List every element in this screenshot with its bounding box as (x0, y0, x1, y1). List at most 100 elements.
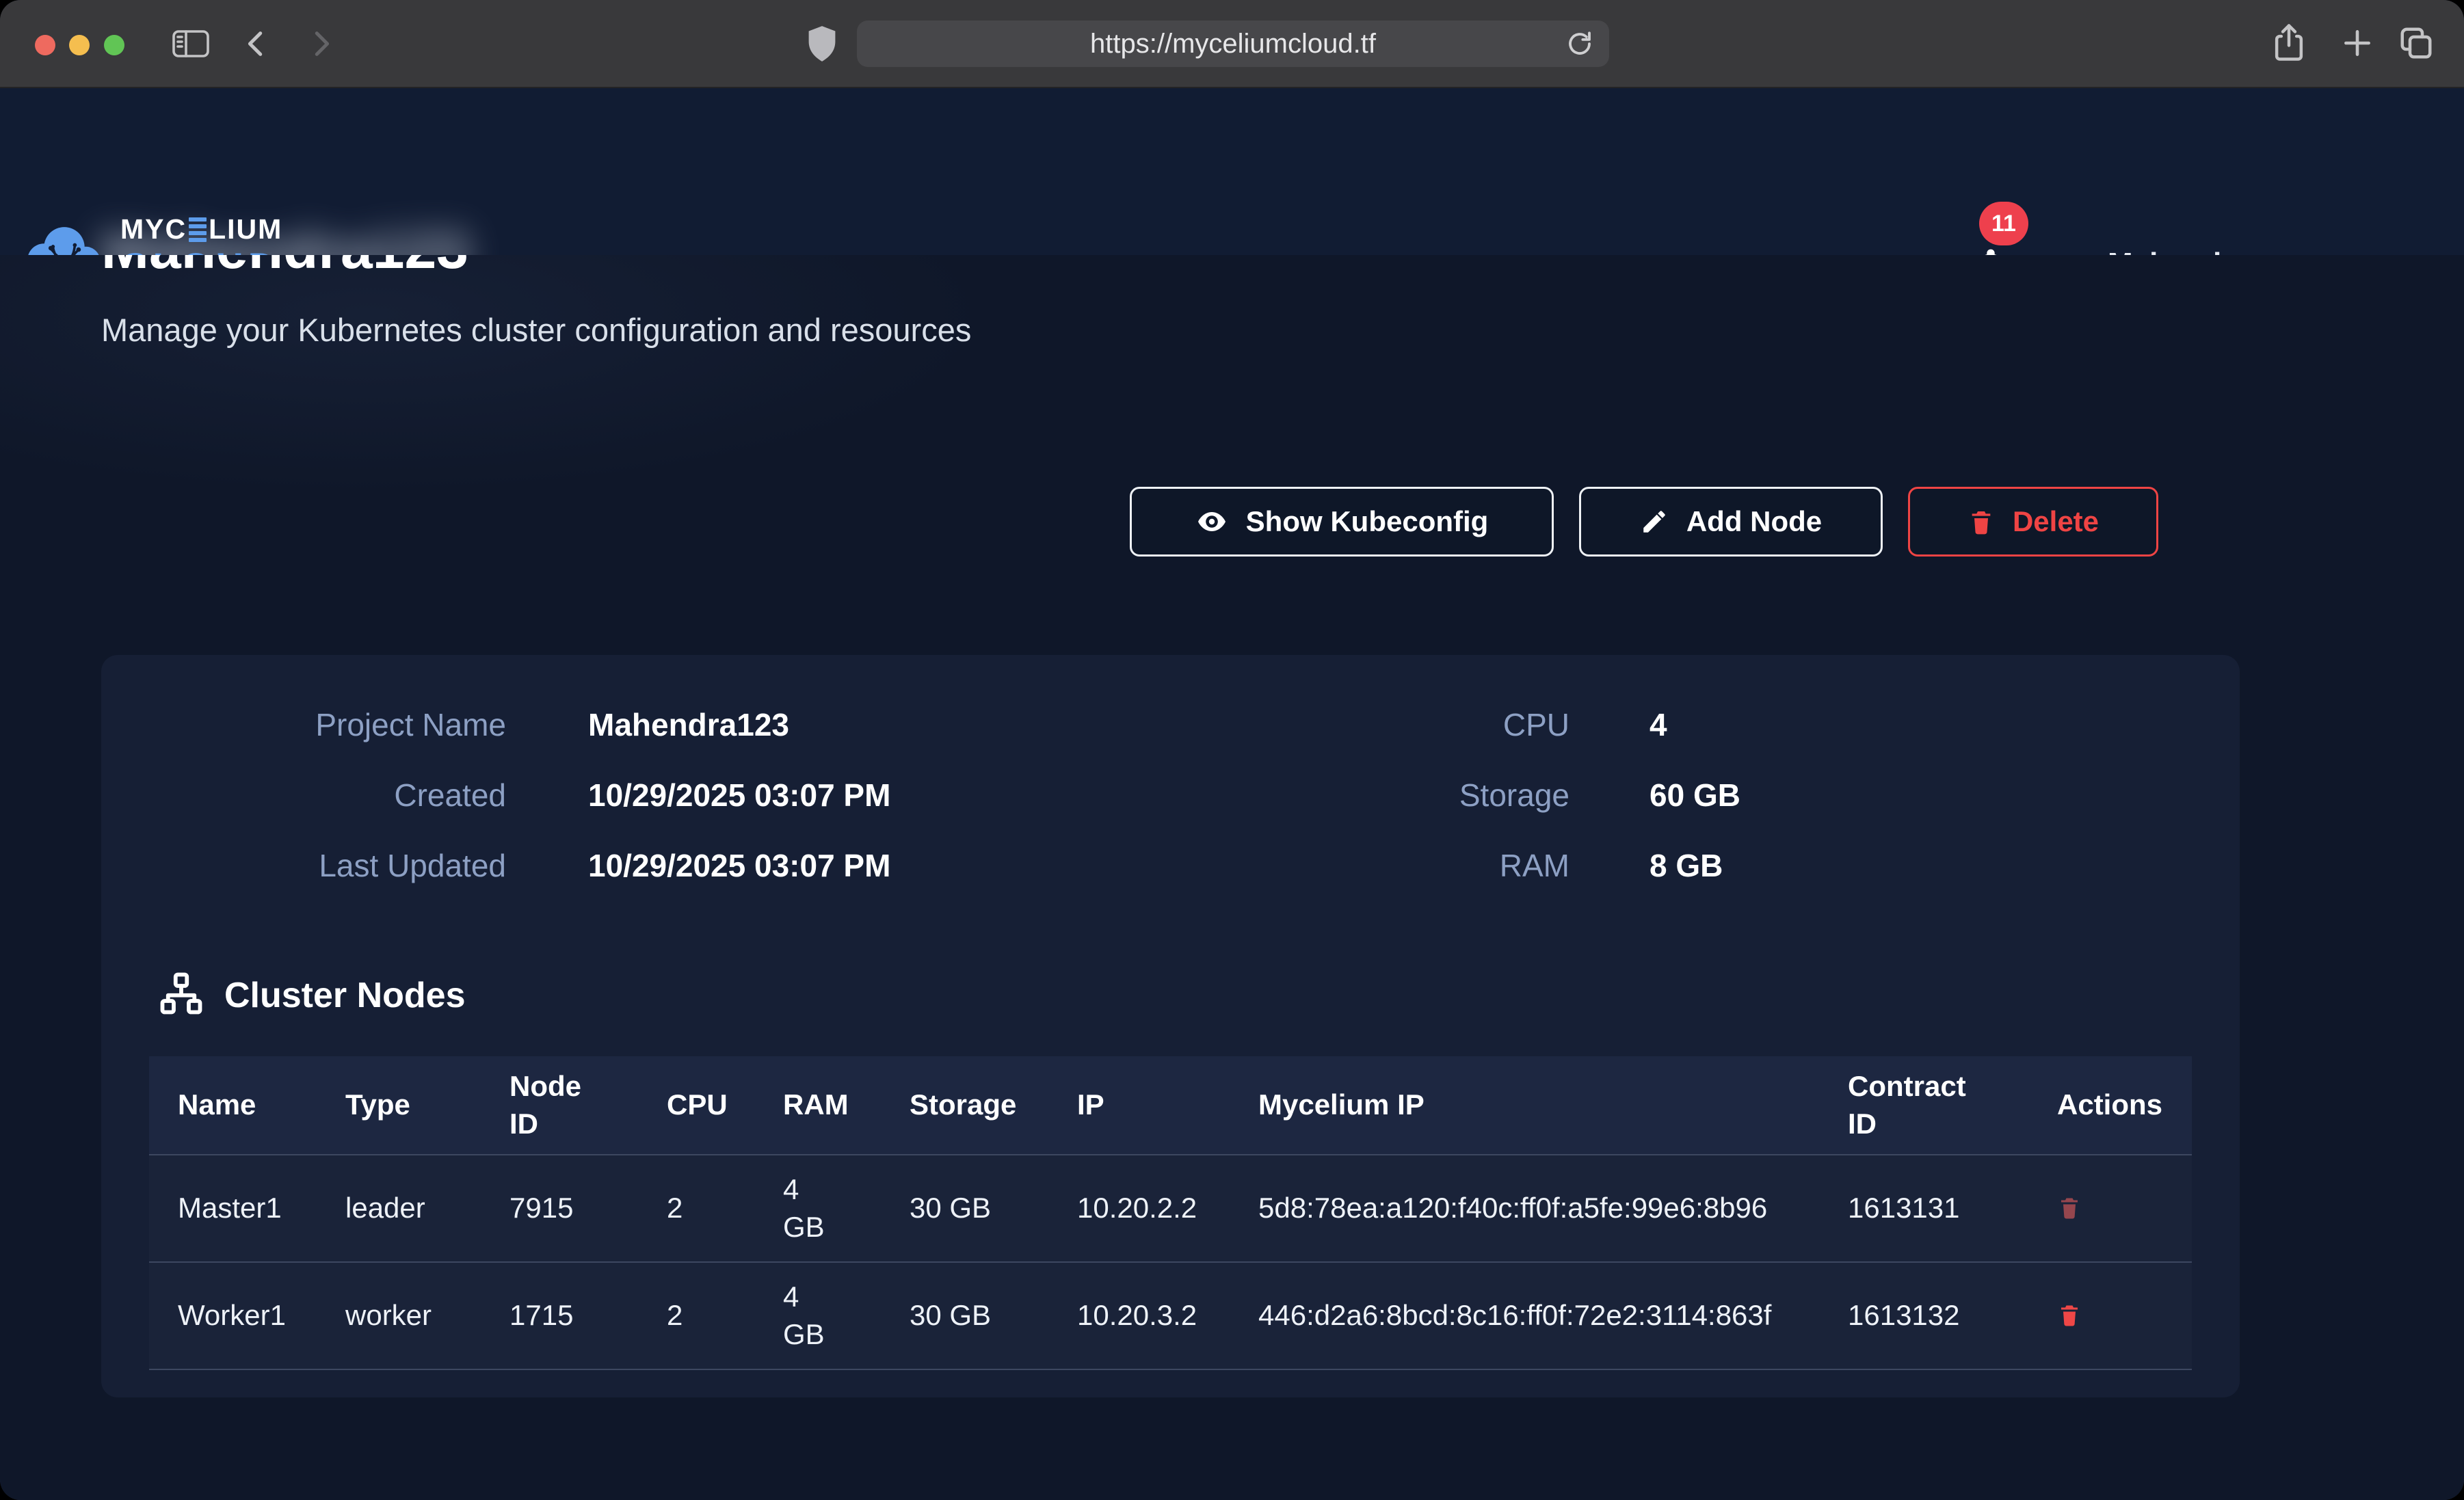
col-cpu: CPU (667, 1086, 728, 1124)
detail-value: 60 GB (1650, 777, 1740, 814)
col-contract-id: Contract ID (1848, 1068, 1974, 1142)
nav-link-use-cases[interactable]: Use Cases (912, 249, 1071, 255)
detail-row-storage: Storage 60 GB (1299, 776, 1740, 814)
detail-row-ram: RAM 8 GB (1299, 846, 1740, 885)
browser-chrome: https://myceliumcloud.tf (0, 0, 2464, 88)
delete-cluster-button[interactable]: Delete (1908, 487, 2158, 557)
trash-icon (1968, 507, 1995, 537)
detail-label: RAM (1299, 847, 1569, 884)
cluster-nodes-header: Cluster Nodes (159, 971, 466, 1019)
col-mycelium-ip: Mycelium IP (1258, 1086, 1425, 1124)
table-row-master1: Master1 leader 7915 2 4 GB 30 GB 10.20.2… (149, 1155, 2192, 1262)
table-header-row: Name Type Node ID CPU RAM Storage IP Myc… (149, 1056, 2192, 1155)
cell-ip: 10.20.2.2 (1048, 1155, 1230, 1262)
detail-value: 8 GB (1650, 847, 1723, 884)
cluster-actions: Show Kubeconfig Add Node (1130, 487, 2158, 557)
details-right-column: CPU 4 Storage 60 GB RAM 8 GB (1299, 706, 1740, 917)
col-storage: Storage (910, 1086, 1016, 1124)
network-icon (159, 971, 204, 1019)
url-text: https://myceliumcloud.tf (857, 21, 1609, 67)
delete-node-button[interactable] (2057, 1300, 2082, 1331)
nav-link-dashboard[interactable]: Dashboard (1110, 249, 1274, 255)
add-node-label: Add Node (1686, 505, 1822, 538)
sidebar-toggle-button[interactable] (171, 27, 211, 60)
cloud-logo-icon (19, 215, 109, 255)
cell-ram: 4 GB (754, 1155, 881, 1262)
notifications-button[interactable]: 11 (1970, 202, 2035, 255)
cluster-nodes-title: Cluster Nodes (224, 975, 466, 1016)
show-kubeconfig-label: Show Kubeconfig (1246, 505, 1489, 538)
col-name: Name (178, 1086, 256, 1124)
nav-link-docs[interactable]: Docs (796, 249, 873, 255)
privacy-shield-icon[interactable] (804, 25, 840, 63)
detail-value: 4 (1650, 706, 1667, 743)
trash-icon (2057, 1214, 2082, 1224)
tab-overview-button[interactable] (2398, 25, 2435, 62)
cell-type: leader (317, 1155, 481, 1262)
stylized-e-icon (189, 217, 207, 242)
cell-node-id: 1715 (481, 1262, 638, 1369)
detail-row-created: Created 10/29/2025 03:07 PM (101, 776, 890, 814)
chevron-down-icon (2268, 252, 2292, 256)
cell-cpu: 2 (638, 1155, 754, 1262)
bell-icon (1970, 245, 2012, 255)
details-left-column: Project Name Mahendra123 Created 10/29/2… (101, 706, 890, 917)
cell-storage: 30 GB (881, 1155, 1048, 1262)
nav-link-home[interactable]: Home (499, 249, 587, 255)
new-tab-button[interactable] (2340, 26, 2374, 60)
detail-label: Created (101, 777, 506, 814)
detail-row-last-updated: Last Updated 10/29/2025 03:07 PM (101, 846, 890, 885)
pencil-icon (1640, 507, 1669, 536)
brand-wordmark: MYCLIUM CLOUD (120, 215, 282, 255)
nav-link-features[interactable]: Features (626, 249, 757, 255)
cell-cpu: 2 (638, 1262, 754, 1369)
forward-button[interactable] (305, 28, 336, 59)
cell-name: Master1 (149, 1155, 317, 1262)
col-ram: RAM (783, 1086, 849, 1124)
cell-storage: 30 GB (881, 1262, 1048, 1369)
user-name: Mahendra (2108, 247, 2250, 255)
nav-links: Home Features Docs Use Cases Dashboard (499, 249, 1274, 255)
detail-label: CPU (1299, 706, 1569, 743)
cluster-details-card: Project Name Mahendra123 Created 10/29/2… (101, 655, 2240, 1397)
cluster-nodes-table: Name Type Node ID CPU RAM Storage IP Myc… (149, 1056, 2192, 1370)
detail-value: Mahendra123 (588, 706, 789, 743)
zoom-window-button[interactable] (104, 35, 124, 55)
browser-window: Mahendra123 Manage your Kubernetes clust… (0, 0, 2464, 1500)
detail-label: Storage (1299, 777, 1569, 814)
detail-row-project-name: Project Name Mahendra123 (101, 706, 890, 744)
cell-ram: 4 GB (754, 1262, 881, 1369)
close-window-button[interactable] (35, 35, 55, 55)
back-button[interactable] (241, 28, 272, 59)
page-subtitle: Manage your Kubernetes cluster configura… (101, 311, 971, 349)
trash-icon (2057, 1321, 2082, 1331)
cell-mycelium-ip: 5d8:78ea:a120:f40c:ff0f:a5fe:99e6:8b96 (1230, 1155, 1819, 1262)
delete-node-button[interactable] (2057, 1193, 2082, 1224)
table-row-worker1: Worker1 worker 1715 2 4 GB 30 GB 10.20.3… (149, 1262, 2192, 1369)
col-type: Type (345, 1086, 410, 1124)
user-menu[interactable]: Mahendra (2108, 247, 2292, 255)
cell-contract-id: 1613132 (1819, 1262, 2028, 1369)
share-button[interactable] (2270, 23, 2307, 62)
show-kubeconfig-button[interactable]: Show Kubeconfig (1130, 487, 1554, 557)
add-node-button[interactable]: Add Node (1579, 487, 1883, 557)
cell-actions (2028, 1155, 2192, 1262)
brand-word-mycelium: MYCLIUM (120, 215, 282, 243)
detail-value: 10/29/2025 03:07 PM (588, 777, 890, 814)
brand-word-cloud: CLOUD (120, 247, 282, 255)
cell-ip: 10.20.3.2 (1048, 1262, 1230, 1369)
detail-row-cpu: CPU 4 (1299, 706, 1740, 744)
detail-label: Last Updated (101, 847, 506, 884)
reload-icon[interactable] (1565, 29, 1594, 62)
cell-name: Worker1 (149, 1262, 317, 1369)
detail-value: 10/29/2025 03:07 PM (588, 847, 890, 884)
minimize-window-button[interactable] (69, 35, 90, 55)
address-bar[interactable]: https://myceliumcloud.tf (857, 21, 1609, 67)
col-ip: IP (1077, 1086, 1104, 1124)
cell-contract-id: 1613131 (1819, 1155, 2028, 1262)
screen: Mahendra123 Manage your Kubernetes clust… (0, 0, 2464, 1500)
brand-logo[interactable]: MYCLIUM CLOUD (19, 215, 282, 255)
detail-label: Project Name (101, 706, 506, 743)
cell-node-id: 7915 (481, 1155, 638, 1262)
delete-label: Delete (2013, 505, 2099, 538)
